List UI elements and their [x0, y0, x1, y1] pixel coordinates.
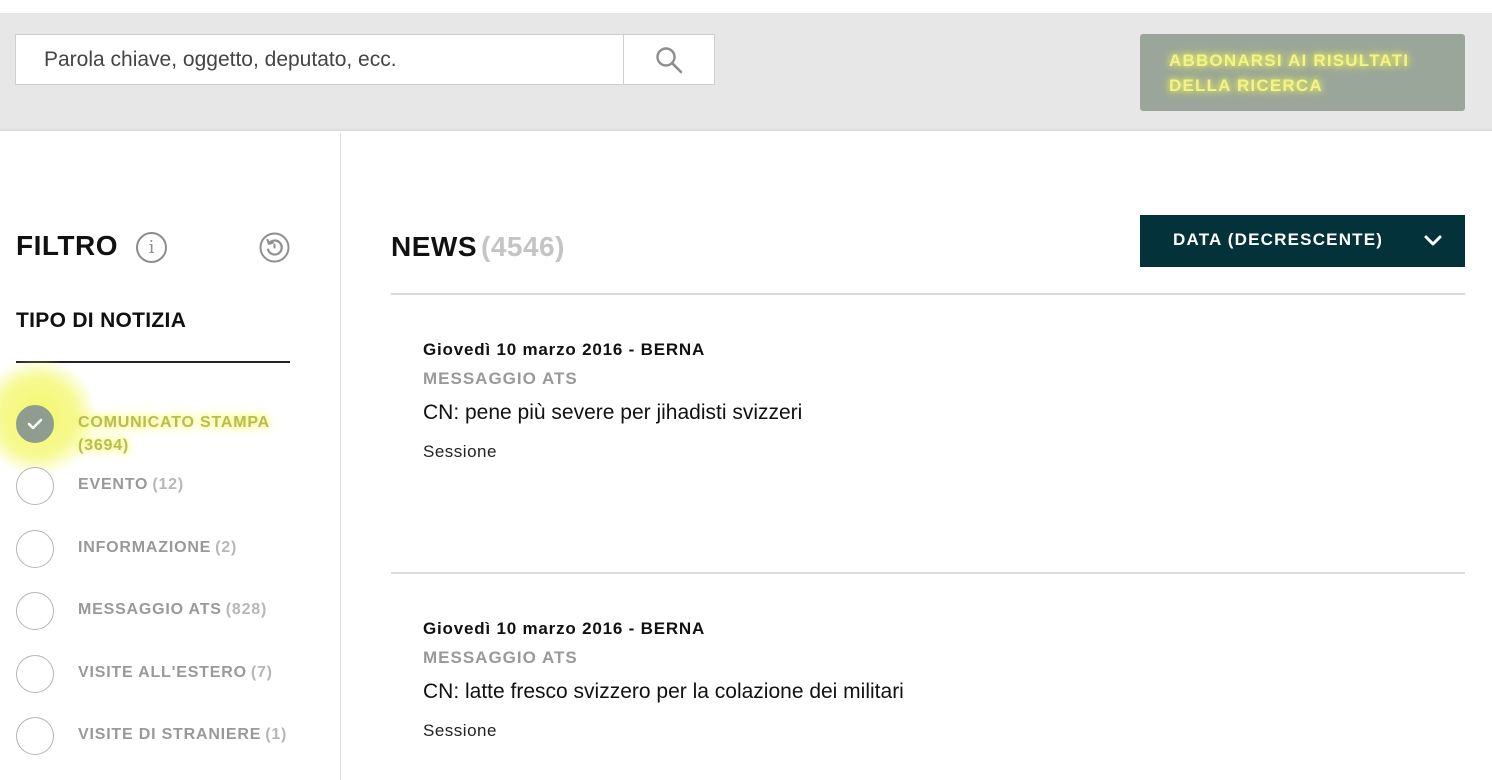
- filter-radio[interactable]: [16, 467, 54, 505]
- filter-label: INFORMAZIONE (2): [78, 539, 238, 556]
- news-type: MESSAGGIO ATS: [423, 369, 578, 388]
- top-strip: [0, 0, 1492, 13]
- filter-item-visite-all-estero[interactable]: VISITE ALL'ESTERO (7): [16, 655, 316, 695]
- filter-count: (1): [265, 726, 288, 743]
- sort-dropdown[interactable]: DATA (DECRESCENTE): [1140, 215, 1465, 267]
- filter-label: COMUNICATO STAMPA: [78, 414, 270, 431]
- sidebar-divider: [340, 133, 341, 780]
- filter-radio[interactable]: [16, 592, 54, 630]
- search-box: [15, 34, 715, 85]
- news-type-section-title: TIPO DI NOTIZIA: [16, 309, 187, 332]
- news-item: Giovedì 10 marzo 2016 - BERNA MESSAGGIO …: [423, 340, 1423, 462]
- news-item: Giovedì 10 marzo 2016 - BERNA MESSAGGIO …: [423, 619, 1423, 741]
- filter-count: (3694): [78, 437, 130, 454]
- news-divider: [391, 293, 1465, 295]
- filter-label: EVENTO (12): [78, 476, 184, 493]
- filter-radio[interactable]: [16, 717, 54, 755]
- filter-item-visite-di-straniere[interactable]: VISITE DI STRANIERE (1): [16, 717, 316, 757]
- filter-count: (12): [152, 476, 184, 493]
- search-bar: ABBONARSI AI RISULTATI DELLA RICERCA: [0, 13, 1492, 131]
- news-headline-link[interactable]: CN: pene più severe per jihadisti svizze…: [423, 401, 1423, 425]
- sort-label: DATA (DECRESCENTE): [1173, 230, 1384, 249]
- filter-radio[interactable]: [16, 530, 54, 568]
- news-date: Giovedì 10 marzo 2016 - BERNA: [423, 619, 706, 638]
- filter-item-comunicato-stampa[interactable]: COMUNICATO STAMPA (3694): [0, 357, 316, 477]
- filter-radio[interactable]: [16, 655, 54, 693]
- filter-count: (2): [215, 539, 238, 556]
- info-icon[interactable]: i: [136, 232, 167, 263]
- news-divider: [391, 572, 1465, 574]
- filter-item-messaggio-ats[interactable]: MESSAGGIO ATS (828): [16, 592, 316, 632]
- news-category: Sessione: [423, 721, 497, 740]
- filter-item-evento[interactable]: EVENTO (12): [16, 467, 316, 507]
- filter-title: FILTRO: [16, 230, 119, 261]
- news-headline-link[interactable]: CN: latte fresco svizzero per la colazio…: [423, 680, 1423, 704]
- news-title: NEWS (4546): [391, 231, 565, 262]
- news-count: (4546): [481, 231, 565, 262]
- news-date: Giovedì 10 marzo 2016 - BERNA: [423, 340, 706, 359]
- filter-count: (828): [225, 601, 268, 618]
- search-button[interactable]: [623, 35, 714, 84]
- filter-item-informazione[interactable]: INFORMAZIONE (2): [16, 530, 316, 570]
- filter-radio-checked[interactable]: [16, 405, 54, 443]
- search-input[interactable]: [16, 35, 623, 84]
- filter-label: MESSAGGIO ATS (828): [78, 601, 268, 618]
- news-type: MESSAGGIO ATS: [423, 648, 578, 667]
- subscribe-label-line1: ABBONARSI AI RISULTATI: [1169, 51, 1410, 70]
- filter-label: VISITE ALL'ESTERO (7): [78, 664, 273, 681]
- reset-filter-icon[interactable]: [259, 232, 290, 263]
- chevron-down-icon: [1424, 235, 1442, 246]
- filter-count: (7): [250, 664, 273, 681]
- news-category: Sessione: [423, 442, 497, 461]
- search-icon: [656, 46, 683, 73]
- filter-label: VISITE DI STRANIERE (1): [78, 726, 288, 743]
- subscribe-label-line2: DELLA RICERCA: [1169, 76, 1323, 95]
- check-icon: [27, 418, 43, 430]
- subscribe-results-button[interactable]: ABBONARSI AI RISULTATI DELLA RICERCA: [1140, 34, 1465, 111]
